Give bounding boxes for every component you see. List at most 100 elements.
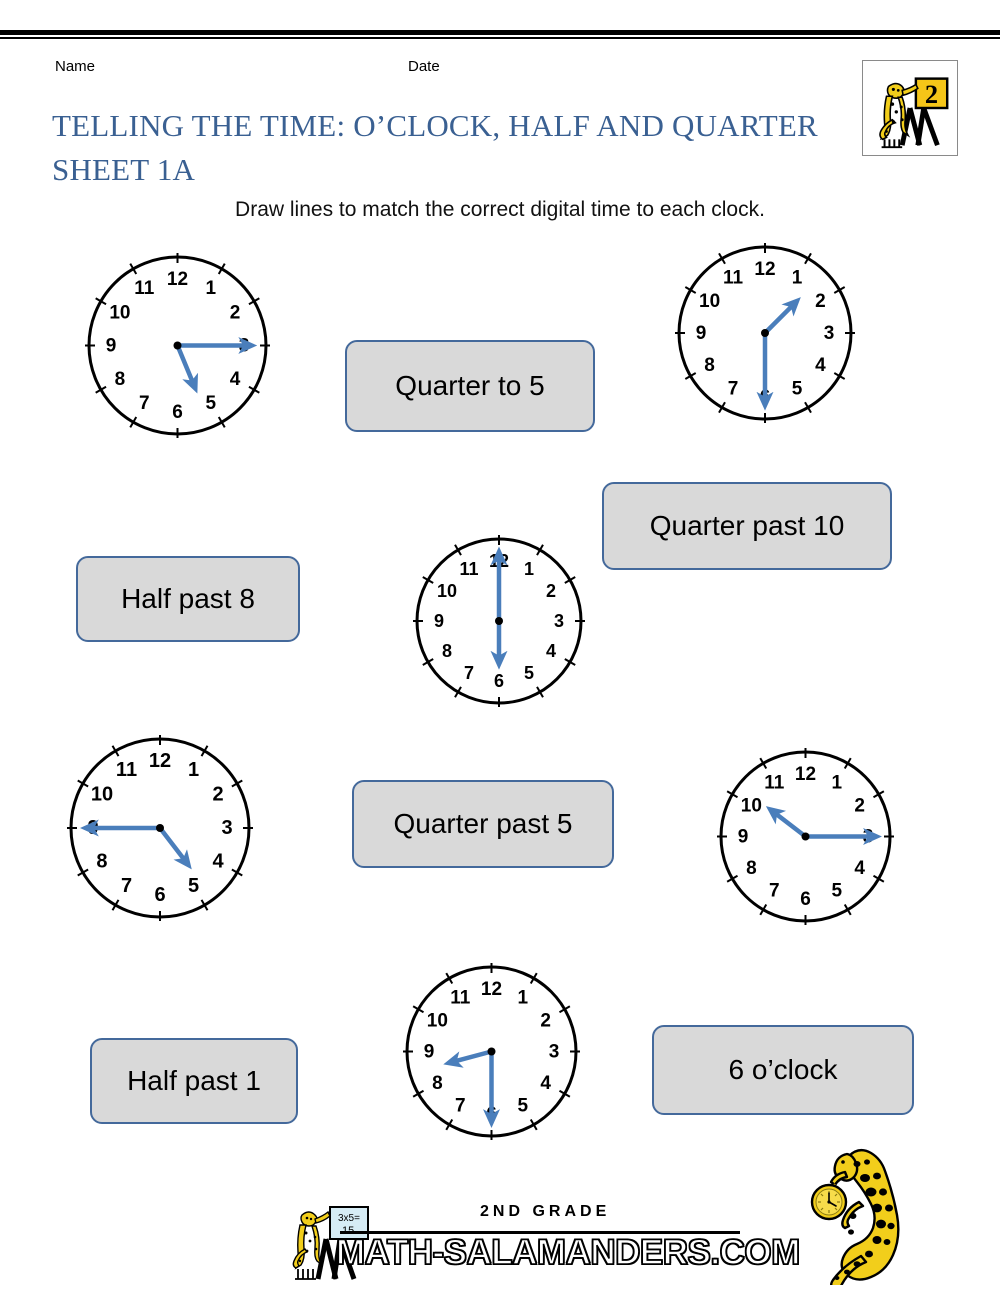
clock-numeral: 8 [115,369,126,390]
clock-numeral: 7 [121,875,132,897]
clock-numeral: 5 [205,393,216,414]
clock-center-pin [487,1047,496,1056]
clock-half-past-8: 121234567891011 [401,961,582,1142]
answer-6-oclock[interactable]: 6 o’clock [652,1025,914,1115]
clock-numeral: 1 [524,559,534,579]
clock-numeral: 5 [188,875,199,897]
clock-quarter-to-5: 121234567891011 [65,733,255,923]
clock-numeral: 2 [540,1010,551,1031]
clock-numeral: 4 [212,851,224,873]
clock-numeral: 5 [831,881,842,902]
clock-numeral: 10 [437,581,457,601]
salamander-teacher-logo-icon: 2 [863,61,957,155]
clock-numeral: 5 [524,663,534,683]
clock-center-pin [495,617,503,625]
clock-half-past-1: 121234567891011 [673,241,857,425]
clock-numeral: 6 [494,671,504,691]
clock-numeral: 1 [792,268,803,289]
answer-quarter-past-10[interactable]: Quarter past 10 [602,482,892,570]
clock-numeral: 4 [546,641,556,661]
answer-quarter-past-5[interactable]: Quarter past 5 [352,780,614,868]
page-title: TELLING THE TIME: O’CLOCK, HALF AND QUAR… [52,108,818,187]
clock-numeral: 7 [455,1096,466,1117]
answer-label: Half past 8 [121,583,255,614]
clock-numeral: 9 [106,336,117,357]
clock-numeral: 5 [792,378,803,399]
clock-numeral: 3 [554,611,564,631]
clock-numeral: 8 [746,858,757,879]
answer-label: 6 o’clock [728,1054,838,1085]
top-border-thick-line [0,30,1000,35]
clock-numeral: 3 [549,1042,560,1063]
clock-numeral: 1 [831,772,842,793]
clock-numeral: 10 [109,302,130,323]
footer-domain-label: MATH-SALAMANDERS.COM [335,1232,801,1273]
header-logo: 2 [862,60,958,156]
clock-numeral: 4 [230,369,241,390]
clock-numeral: 3 [221,817,232,839]
clock-numeral: 1 [205,278,216,299]
corner-decoration [795,1140,955,1290]
footer-logo: 3x5= 15 2ND GRADE MATH-SALAMANDERS.COM [280,1195,801,1283]
clock-numeral: 6 [154,884,165,906]
clock-numeral: 12 [167,269,188,290]
date-field-label: Date [408,58,440,75]
clock-center-pin [801,832,810,841]
footer-grade-label: 2ND GRADE [480,1203,611,1220]
clock-numeral: 11 [116,759,137,781]
clock-numeral: 10 [427,1010,448,1031]
answer-half-past-8[interactable]: Half past 8 [76,556,300,642]
clock-numeral: 11 [134,278,155,299]
clock-numeral: 12 [795,764,816,785]
clock-numeral: 2 [212,784,223,806]
clock-numeral: 7 [464,663,474,683]
clock-numeral: 7 [728,378,739,399]
clock-numeral: 9 [696,323,707,344]
clock-numeral: 10 [741,795,762,816]
top-border-thin-line [0,37,1000,39]
clock-numeral: 2 [854,795,865,816]
svg-text:3x5=: 3x5= [338,1213,360,1224]
clock-numeral: 11 [459,559,478,579]
answer-label: Quarter to 5 [395,370,545,401]
clock-center-pin [761,329,769,337]
clock-numeral: 4 [540,1073,551,1094]
clock-numeral: 11 [723,268,744,289]
clock-numeral: 8 [432,1073,443,1094]
clock-numeral: 1 [517,987,528,1008]
clock-quarter-past-5: 121234567891011 [83,251,272,440]
answer-half-past-1[interactable]: Half past 1 [90,1038,298,1124]
answer-quarter-to-5[interactable]: Quarter to 5 [345,340,595,432]
clock-numeral: 8 [96,851,107,873]
clock-numeral: 10 [91,784,113,806]
instruction-text: Draw lines to match the correct digital … [235,198,765,221]
clock-numeral: 2 [815,291,826,312]
clock-numeral: 12 [481,979,502,1000]
clock-numeral: 5 [517,1096,528,1117]
clock-numeral: 6 [800,889,811,910]
clock-numeral: 6 [172,402,183,423]
clock-numeral: 9 [424,1042,435,1063]
clock-numeral: 12 [754,259,775,280]
salamander-with-pocket-watch-icon [810,1148,900,1290]
clock-quarter-past-10: 121234567891011 [715,746,896,927]
clock-numeral: 2 [546,581,556,601]
answer-label: Quarter past 10 [649,510,845,541]
answer-label: Half past 1 [127,1065,261,1096]
clock-numeral: 9 [434,611,444,631]
clock-numeral: 11 [450,987,471,1008]
clock-numeral: 10 [699,291,720,312]
clock-6-oclock: 121234567891011 [411,533,587,709]
clock-numeral: 8 [704,355,715,376]
clock-center-pin [156,824,164,832]
answer-label: Quarter past 5 [393,808,573,839]
clock-numeral: 8 [442,641,452,661]
clock-numeral: 7 [769,881,780,902]
svg-text:2: 2 [925,79,938,109]
clock-numeral: 1 [188,759,199,781]
clock-numeral: 4 [854,858,865,879]
clock-numeral: 12 [149,750,171,772]
top-border-rule [0,30,1000,40]
clock-numeral: 3 [824,323,835,344]
clock-numeral: 2 [230,302,241,323]
